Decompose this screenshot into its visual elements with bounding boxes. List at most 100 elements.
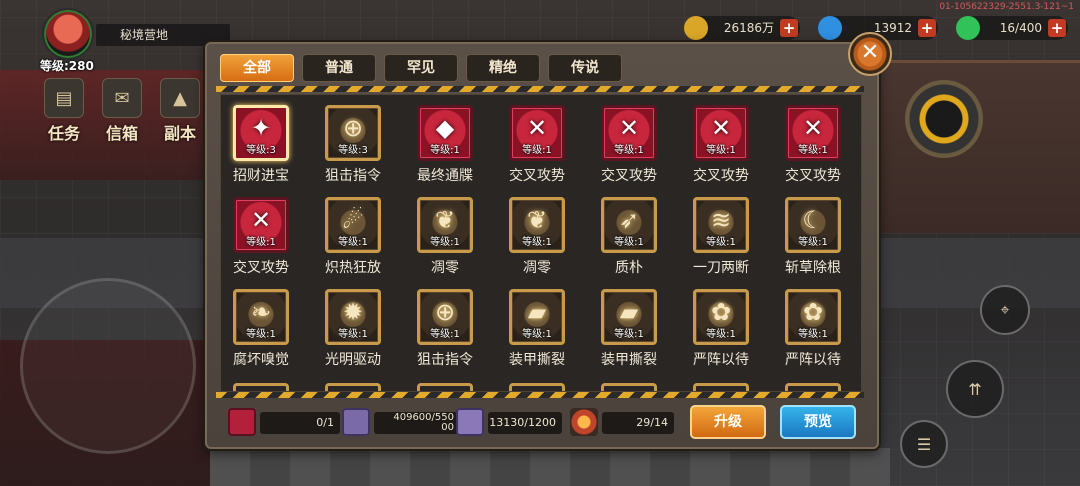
menu-button[interactable]: ☰ xyxy=(900,420,948,468)
skill-card[interactable]: ✕ 等级:1 交叉攻势 xyxy=(773,101,853,191)
skill-card[interactable]: ✿ 等级:1 严阵以待 xyxy=(773,285,853,375)
jump-button[interactable]: ⇈ xyxy=(946,360,1004,418)
skill-token-icon xyxy=(228,408,256,436)
tab-rare[interactable]: 罕见 xyxy=(384,54,458,82)
skill-card[interactable]: ✕ 等级:1 交叉攻势 xyxy=(497,101,577,191)
skill-level: 等级:1 xyxy=(430,237,460,248)
add-energy-button[interactable]: + xyxy=(1048,19,1066,37)
skill-level: 等级:1 xyxy=(614,329,644,340)
skill-glyph-icon: ⊕ xyxy=(434,298,456,326)
virtual-joystick[interactable] xyxy=(20,278,196,454)
skill-name: 交叉攻势 xyxy=(233,260,289,276)
skill-card[interactable]: ✕ 等级:1 交叉攻势 xyxy=(589,101,669,191)
hazard-stripe-top xyxy=(216,86,864,92)
skill-card[interactable]: ☄ 等级:1 炽热狂放 xyxy=(313,193,393,283)
tab-epic[interactable]: 精绝 xyxy=(466,54,540,82)
skill-name: 光明驱动 xyxy=(325,352,381,368)
skill-glyph-icon: ✦ xyxy=(250,114,272,142)
skill-card[interactable]: ❦ 等级:1 凋零 xyxy=(497,193,577,283)
gem-icon xyxy=(818,16,842,40)
hazard-stripe-bottom xyxy=(216,392,864,398)
skill-icon: ☾ 等级:1 xyxy=(785,197,841,253)
skill-name: 交叉攻势 xyxy=(693,168,749,184)
skill-level: 等级:1 xyxy=(614,237,644,248)
list-icon: ☰ xyxy=(916,434,932,454)
tab-legendary[interactable]: 传说 xyxy=(548,54,622,82)
skill-card[interactable]: ⊕ 等级:1 狙击指令 xyxy=(405,285,485,375)
tab-bar: 全部 普通 罕见 精绝 传说 xyxy=(220,54,622,82)
skill-card-partial xyxy=(509,383,565,391)
skill-icon: ❧ 等级:1 xyxy=(233,289,289,345)
book-icon xyxy=(342,408,370,436)
book-purple-count: 13130/1200 xyxy=(488,412,562,434)
skill-card[interactable]: ◆ 等级:1 最终通牒 xyxy=(405,101,485,191)
skill-glyph-icon: ✿ xyxy=(802,298,824,326)
skill-card-partial xyxy=(601,383,657,391)
skill-token-count: 0/1 xyxy=(260,412,340,434)
skill-glyph-icon: ✕ xyxy=(250,206,272,234)
skill-level: 等级:3 xyxy=(338,145,368,156)
skill-icon: ⊕ 等级:3 xyxy=(325,105,381,161)
skill-icon: ✿ 等级:1 xyxy=(693,289,749,345)
skill-level: 等级:1 xyxy=(522,237,552,248)
book-blue-count: 409600/550 00 xyxy=(374,412,460,434)
skill-card[interactable]: ✿ 等级:1 严阵以待 xyxy=(681,285,761,375)
skill-level: 等级:1 xyxy=(338,329,368,340)
skill-name: 斩草除根 xyxy=(785,260,841,276)
skill-card[interactable]: ▰ 等级:1 装甲撕裂 xyxy=(497,285,577,375)
skill-level: 等级:1 xyxy=(246,329,276,340)
skill-card[interactable]: ➶ 等级:1 质朴 xyxy=(589,193,669,283)
skill-glyph-icon: ✿ xyxy=(710,298,732,326)
skill-level: 等级:1 xyxy=(706,145,736,156)
skill-level: 等级:1 xyxy=(798,145,828,156)
skill-card[interactable]: ≋ 等级:1 一刀两断 xyxy=(681,193,761,283)
menu-dungeon[interactable]: ▲ 副本 xyxy=(158,78,202,144)
skill-name: 狙击指令 xyxy=(417,352,473,368)
add-gold-button[interactable]: + xyxy=(780,19,798,37)
skill-glyph-icon: ✕ xyxy=(618,114,640,142)
skill-card[interactable]: ✕ 等级:1 交叉攻势 xyxy=(681,101,761,191)
skill-level: 等级:1 xyxy=(430,329,460,340)
map-button[interactable]: ⌖ xyxy=(980,285,1030,335)
skill-card[interactable]: ✦ 等级:3 招财进宝 xyxy=(221,101,301,191)
skill-card-partial xyxy=(417,383,473,391)
skill-level: 等级:3 xyxy=(246,145,276,156)
player-level: 等级:280 xyxy=(40,59,94,73)
add-gem-button[interactable]: + xyxy=(918,19,936,37)
player-avatar[interactable] xyxy=(42,8,94,60)
skill-icon: ◆ 等级:1 xyxy=(417,105,473,161)
skill-card[interactable]: ⊕ 等级:3 狙击指令 xyxy=(313,101,393,191)
skill-level: 等级:1 xyxy=(246,237,276,248)
skill-grid: ✦ 等级:3 招财进宝 ⊕ 等级:3 狙击指令 ◆ 等级:1 最终通牒 ✕ 等级:1 交叉攻势 ✕ 等级:… xyxy=(220,94,862,392)
tab-all[interactable]: 全部 xyxy=(220,54,294,82)
skill-glyph-icon: ❧ xyxy=(250,298,272,326)
upgrade-button[interactable]: 升级 xyxy=(690,405,766,439)
skill-card[interactable]: ✕ 等级:1 交叉攻势 xyxy=(221,193,301,283)
skill-card[interactable]: ✹ 等级:1 光明驱动 xyxy=(313,285,393,375)
menu-task[interactable]: ▤ 任务 xyxy=(42,78,86,144)
side-menu: ▤ 任务 ✉ 信箱 ▲ 副本 xyxy=(42,78,202,144)
energy-value: 16/400 xyxy=(999,21,1042,35)
gold-coin-icon xyxy=(684,16,708,40)
skill-card[interactable]: ☾ 等级:1 斩草除根 xyxy=(773,193,853,283)
gold-value: 26186万 xyxy=(723,21,774,35)
close-button[interactable]: ✕ xyxy=(848,32,892,76)
skill-icon: ▰ 等级:1 xyxy=(509,289,565,345)
skill-card[interactable]: ▰ 等级:1 装甲撕裂 xyxy=(589,285,669,375)
skill-icon: ✕ 等级:1 xyxy=(601,105,657,161)
skill-icon: ✹ 等级:1 xyxy=(325,289,381,345)
skill-glyph-icon: ❦ xyxy=(434,206,456,234)
skill-level: 等级:1 xyxy=(338,237,368,248)
skill-card[interactable]: ❧ 等级:1 腐坏嗅觉 xyxy=(221,285,301,375)
skill-icon: ✕ 等级:1 xyxy=(509,105,565,161)
background-building-right xyxy=(872,60,1080,233)
preview-button[interactable]: 预览 xyxy=(780,405,856,439)
reactor-structure xyxy=(905,80,983,158)
tab-normal[interactable]: 普通 xyxy=(302,54,376,82)
skill-card-partial xyxy=(693,383,749,391)
menu-mailbox[interactable]: ✉ 信箱 xyxy=(100,78,144,144)
orb-count: 29/14 xyxy=(602,412,674,434)
skill-glyph-icon: ▰ xyxy=(619,298,639,326)
menu-mailbox-label: 信箱 xyxy=(105,124,138,143)
skill-card[interactable]: ❦ 等级:1 凋零 xyxy=(405,193,485,283)
